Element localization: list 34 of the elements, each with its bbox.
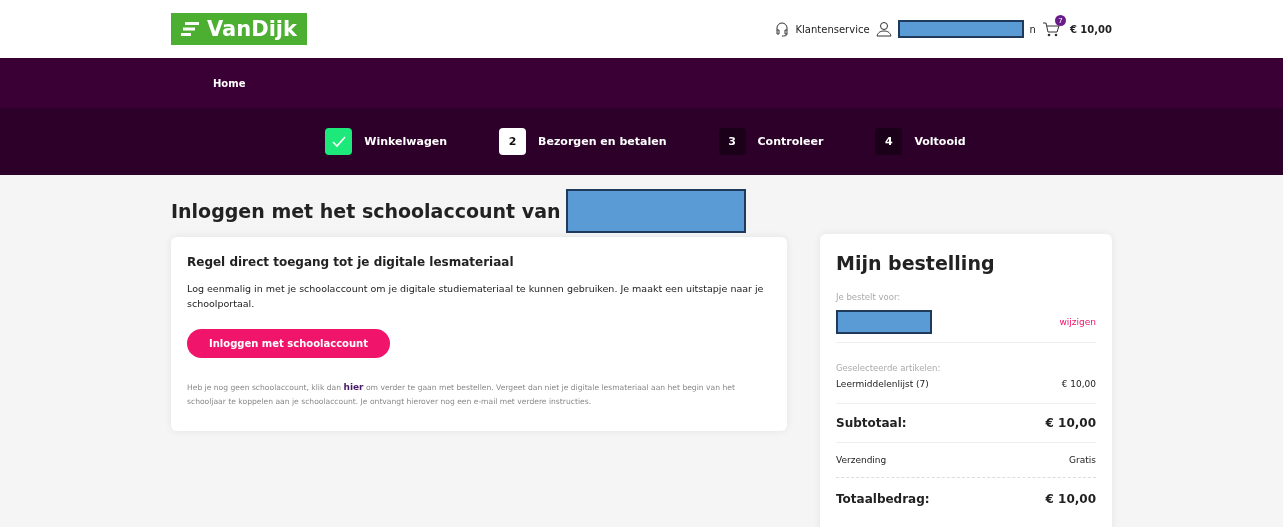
total-value: € 10,00 — [1045, 492, 1096, 506]
step-check-icon — [325, 128, 353, 155]
items-label: Geselecteerde artikelen: — [836, 363, 942, 373]
step-number: 2 — [499, 128, 527, 155]
here-link[interactable]: hier — [343, 382, 364, 392]
headset-icon — [773, 21, 790, 37]
subtotal-label: Subtotaal: — [836, 416, 907, 430]
user-name: n — [1029, 23, 1036, 35]
card-text: Log eenmalig in met je schoolaccount om je digitale studiemateriaal te kunnen gebruiken. Je maakt een uitstapje naar je schoolportaal. — [187, 282, 765, 311]
stripes-icon — [181, 22, 199, 36]
step-number: 4 — [875, 128, 903, 155]
item-price: € 10,00 — [1061, 379, 1096, 389]
card-title: Regel direct toegang tot je digitale lesmateriaal — [187, 255, 515, 269]
order-for-label: Je bestelt voor: — [836, 292, 902, 302]
step-label: Bezorgen en betalen — [538, 135, 667, 148]
order-title: Mijn bestelling — [836, 252, 996, 274]
total-label: Totaalbedrag: — [836, 492, 930, 506]
shipping-value: Gratis — [1069, 455, 1096, 465]
school-login-button[interactable]: Inloggen met schoolaccount — [187, 329, 390, 358]
customer-service-link[interactable]: Klantenservice — [795, 23, 870, 35]
step-label: Winkelwagen — [364, 135, 448, 148]
user-icon — [875, 21, 892, 37]
nav-link[interactable]: Home — [213, 77, 246, 89]
step-label: Controleer — [757, 135, 824, 148]
step-label: Voltooid — [914, 135, 966, 148]
cart-total: € 10,00 — [1069, 23, 1112, 35]
subtotal-value: € 10,00 — [1045, 416, 1096, 430]
logo-text: VanDijk — [207, 17, 298, 41]
page-title: Inloggen met het schoolaccount van — [171, 200, 561, 222]
cart-icon[interactable] — [1041, 21, 1060, 37]
change-link[interactable]: wijzigen — [1059, 317, 1096, 327]
shipping-label: Verzending — [836, 455, 887, 465]
step-number: 3 — [718, 128, 746, 155]
item-name: Leermiddelenlijst (7) — [836, 379, 929, 389]
